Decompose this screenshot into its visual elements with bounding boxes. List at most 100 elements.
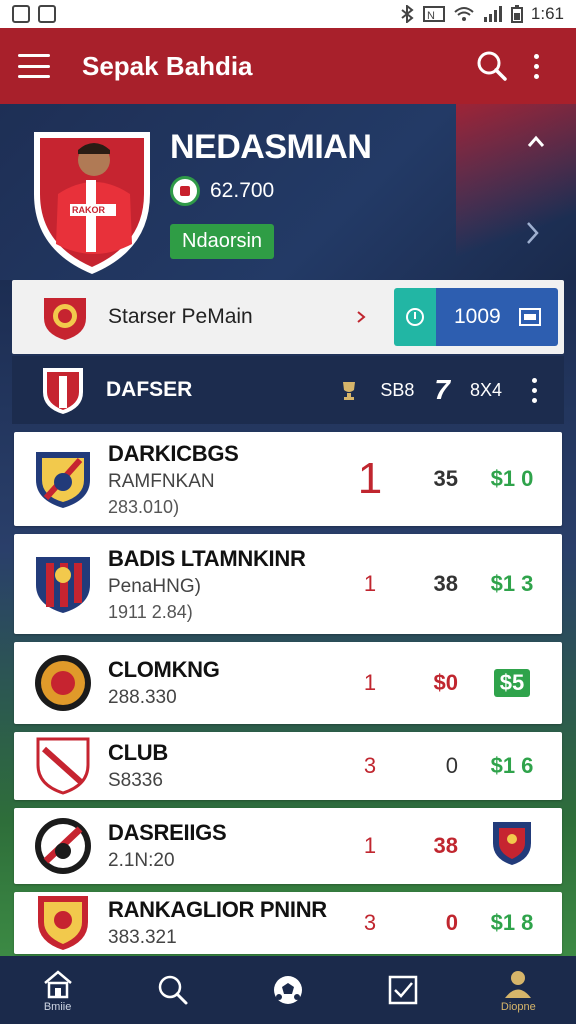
- rank-value: 1: [363, 833, 377, 858]
- nav-profile[interactable]: Diopne: [470, 956, 566, 1024]
- club-crest-icon: [44, 298, 86, 340]
- club-crest-icon: [36, 737, 90, 795]
- nav-matches[interactable]: [240, 956, 336, 1024]
- rank-value: 1: [357, 454, 383, 503]
- status-left: [12, 5, 56, 23]
- search-icon: [477, 51, 507, 81]
- list-item-info: DARKICBGS RAMFNKAN 283.010): [108, 441, 350, 518]
- checkbox-icon: [388, 975, 418, 1005]
- money-badge: $5: [493, 669, 531, 697]
- club-subtitle: PenaHNG): [108, 575, 201, 597]
- notification-icon: [12, 5, 30, 23]
- search-button[interactable]: [470, 44, 514, 88]
- points-value: 38: [433, 833, 458, 858]
- image-icon: [38, 5, 56, 23]
- list-item-info: CLUB S8336: [108, 740, 350, 792]
- club-name: BADIS LTAMNKINR: [108, 545, 306, 571]
- search-icon: [158, 975, 188, 1005]
- club-name: DARKICBGS: [108, 440, 239, 466]
- team-header-row: DAFSER SB8 7 8X4: [12, 356, 564, 424]
- money-value: $1 6: [490, 753, 534, 778]
- club-crest-cell: [476, 819, 548, 873]
- rank-value: 1: [363, 571, 377, 596]
- list-item-info: CLOMKNG 288.330: [108, 657, 350, 709]
- nfc-icon: N: [422, 6, 445, 22]
- club-subtitle: 2.1N:20: [108, 850, 175, 871]
- list-item-info: RANKAGLIOR PNINR 383.321: [108, 897, 350, 949]
- list-item[interactable]: DASREIIGS 2.1N:20 1 38: [14, 808, 562, 884]
- list-item[interactable]: DARKICBGS RAMFNKAN 283.010) 1 35 $1 0: [14, 432, 562, 526]
- points-value: 38: [433, 571, 458, 596]
- status-badge[interactable]: Ndaorsin: [170, 224, 275, 259]
- list-item-info: DASREIIGS 2.1N:20: [108, 820, 350, 872]
- person-icon: [505, 971, 532, 998]
- nav-profile-label: Diopne: [500, 1001, 536, 1013]
- list-item[interactable]: RANKAGLIOR PNINR 383.321 3 0 $1 8: [14, 892, 562, 954]
- card-icon: [519, 308, 541, 326]
- list-item[interactable]: CLOMKNG 288.330 1 $0 $5: [14, 642, 562, 724]
- club-crest-icon: [35, 818, 91, 874]
- points-value: 35: [433, 466, 458, 491]
- money-value: $1 3: [490, 571, 534, 596]
- hero-accent: [456, 104, 576, 280]
- club-subtitle: RAMFNKAN: [108, 470, 215, 492]
- chevron-right-icon[interactable]: [354, 310, 368, 324]
- points-value: 0: [445, 910, 458, 935]
- bluetooth-icon: [401, 5, 414, 23]
- list-item[interactable]: CLUB S8336 3 0 $1 6: [14, 732, 562, 800]
- battery-icon: [510, 5, 523, 23]
- club-subtitle: S8336: [108, 770, 163, 791]
- team-name: DAFSER: [106, 378, 193, 401]
- team-stat-1: SB8: [380, 379, 415, 400]
- bottom-navigation: Bmiie Diopne: [0, 956, 576, 1024]
- club-subtitle: 288.330: [108, 687, 177, 708]
- club-crest-icon: [36, 452, 90, 508]
- starter-value: 1009: [454, 305, 501, 328]
- list-item[interactable]: BADIS LTAMNKINR PenaHNG) 1911 2.84) 1 38…: [14, 534, 562, 634]
- starter-stat-box[interactable]: 1009: [394, 288, 558, 346]
- wifi-icon: [454, 7, 474, 21]
- menu-icon[interactable]: [18, 54, 50, 78]
- club-name: CLUB: [108, 740, 168, 765]
- nav-home-label: Bmiie: [43, 1001, 72, 1013]
- opponent-crest-icon: [493, 822, 531, 865]
- points-value: 0: [445, 753, 458, 778]
- points-value: $0: [433, 670, 458, 695]
- nav-home[interactable]: Bmiie: [10, 956, 106, 1024]
- rank-value: 3: [363, 910, 377, 935]
- club-crest-icon: [38, 896, 88, 950]
- rank-value: 3: [363, 753, 377, 778]
- player-stat-value: 62.700: [210, 179, 275, 202]
- player-name: NEDASMIAN: [170, 128, 372, 166]
- svg-text:N: N: [427, 10, 435, 22]
- club-extra: 283.010): [108, 496, 180, 517]
- team-stat-2: 7: [434, 374, 450, 405]
- club-logo-icon: [170, 176, 200, 206]
- svg-text:RAKOR: RAKOR: [72, 205, 105, 215]
- team-stat-3: 8X4: [469, 379, 502, 400]
- starter-row[interactable]: Starser PeMain 1009: [12, 280, 564, 354]
- trophy-icon: [343, 382, 356, 400]
- club-name: DASREIIGS: [108, 820, 227, 845]
- football-icon: [273, 976, 302, 1004]
- location-icon: [406, 308, 424, 326]
- collapse-icon[interactable]: [526, 132, 546, 152]
- home-icon: [43, 970, 72, 999]
- club-name: RANKAGLIOR PNINR: [108, 897, 327, 922]
- player-stat: 62.700: [170, 176, 274, 206]
- starter-value-area: 1009: [436, 288, 558, 346]
- player-hero: RAKOR NEDASMIAN 62.700 Ndaorsin: [0, 104, 576, 280]
- location-pin-container: [394, 288, 436, 346]
- list-item-info: BADIS LTAMNKINR PenaHNG) 1911 2.84): [108, 546, 350, 623]
- nav-tasks[interactable]: [355, 956, 451, 1024]
- app-bar: Sepak Bahdia: [0, 28, 576, 104]
- money-value: $1 8: [490, 910, 534, 935]
- more-vert-icon[interactable]: [522, 375, 546, 405]
- clock: 1:61: [530, 4, 564, 23]
- nav-search[interactable]: [125, 956, 221, 1024]
- rank-value: 1: [363, 670, 377, 695]
- overflow-menu-button[interactable]: [514, 44, 558, 88]
- team-crest-icon: [43, 368, 83, 414]
- chevron-right-icon[interactable]: [522, 220, 542, 246]
- club-name: CLOMKNG: [108, 657, 220, 682]
